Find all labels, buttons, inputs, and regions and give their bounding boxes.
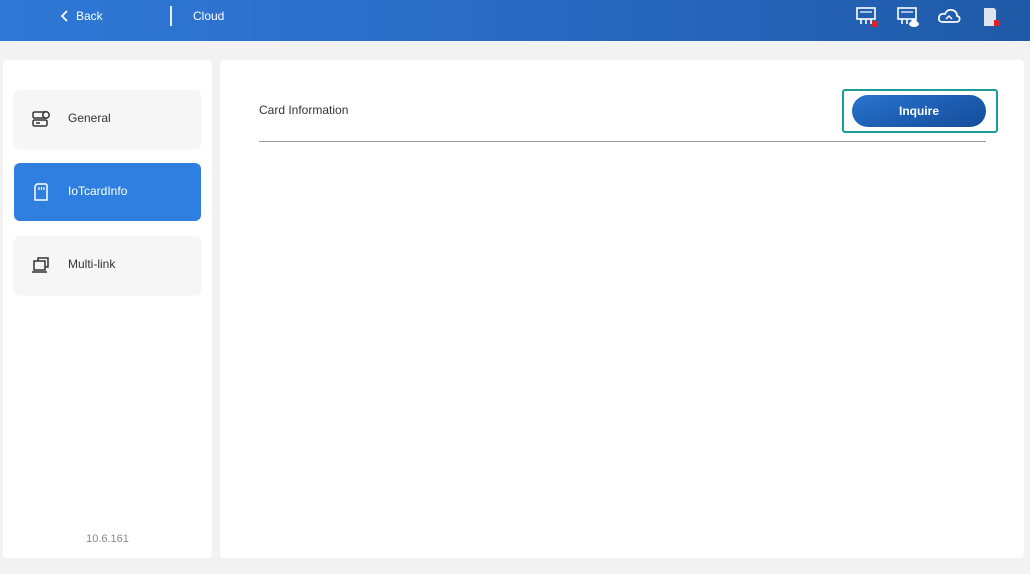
multi-link-icon (32, 257, 49, 273)
top-bar: Back Cloud (0, 0, 1030, 41)
header-divider (170, 6, 172, 26)
inquire-button[interactable]: Inquire (852, 95, 986, 127)
sidebar-item-label: General (68, 111, 111, 125)
sidebar-item-label: IoTcardInfo (68, 184, 128, 198)
sidebar-item-multi-link[interactable]: Multi-link (14, 236, 201, 294)
section-divider (259, 141, 986, 142)
section-title: Card Information (259, 103, 349, 117)
chevron-left-icon (60, 10, 68, 22)
back-button[interactable]: Back (60, 7, 103, 25)
sidebar-item-iotcardinfo[interactable]: IoTcardInfo (14, 163, 201, 221)
sidebar-item-label: Multi-link (68, 257, 116, 271)
sd-card-error-icon[interactable] (978, 6, 1002, 28)
back-label: Back (76, 9, 103, 23)
page-title: Cloud (193, 9, 225, 23)
network-cloud-icon[interactable] (896, 6, 920, 28)
main-panel: Card Information Inquire (220, 60, 1024, 558)
version-label: 10.6.161 (86, 533, 129, 545)
sim-card-icon (34, 183, 48, 201)
cloud-icon[interactable] (937, 6, 961, 28)
sidebar: General IoTcardInfo Multi-link 10.6.161 (3, 60, 212, 558)
sidebar-item-general[interactable]: General (14, 90, 201, 148)
network-disconnected-icon[interactable] (855, 6, 879, 28)
status-icons (855, 6, 1002, 28)
general-settings-icon (32, 111, 50, 127)
inquire-button-focus-frame: Inquire (842, 89, 998, 133)
